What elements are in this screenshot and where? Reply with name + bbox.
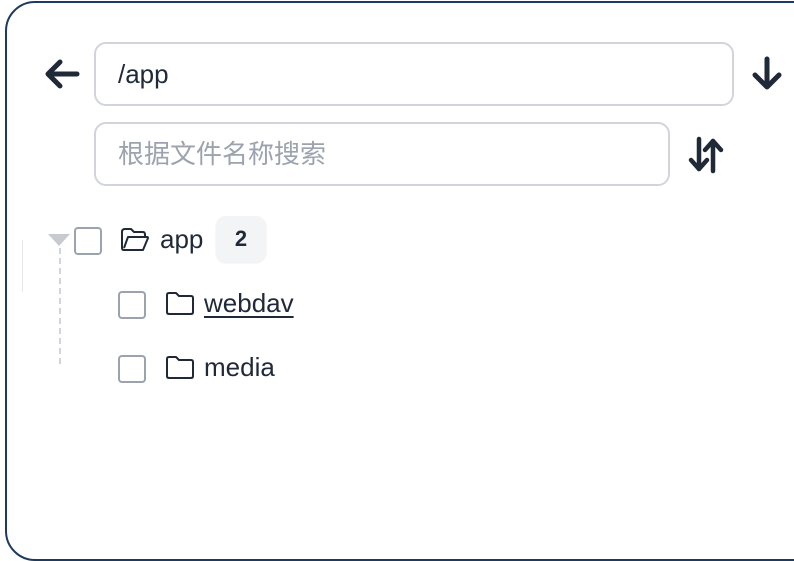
expand-caret-icon[interactable]: [48, 234, 70, 246]
arrow-down-icon: [752, 56, 782, 90]
sort-button[interactable]: [686, 134, 726, 176]
folder-icon: [166, 292, 194, 315]
tree-item-label-media[interactable]: media: [204, 352, 275, 382]
folder-icon: [166, 356, 194, 379]
tree-item-label-root[interactable]: app: [160, 224, 203, 254]
back-button[interactable]: [42, 56, 82, 92]
path-input[interactable]: [94, 42, 734, 106]
webdav-checkbox[interactable]: [118, 291, 146, 319]
count-badge: 2: [216, 216, 266, 262]
folder-open-icon: [121, 228, 149, 251]
search-input[interactable]: [94, 122, 670, 186]
arrow-left-icon: [45, 59, 80, 89]
root-checkbox[interactable]: [74, 227, 102, 255]
download-button[interactable]: [748, 54, 786, 94]
tree-branch-line: [59, 248, 61, 364]
tree-item-label-webdav[interactable]: webdav: [204, 288, 294, 318]
media-checkbox[interactable]: [118, 355, 146, 383]
sort-arrows-icon: [688, 136, 724, 174]
tree-indent-guide: [22, 240, 23, 292]
